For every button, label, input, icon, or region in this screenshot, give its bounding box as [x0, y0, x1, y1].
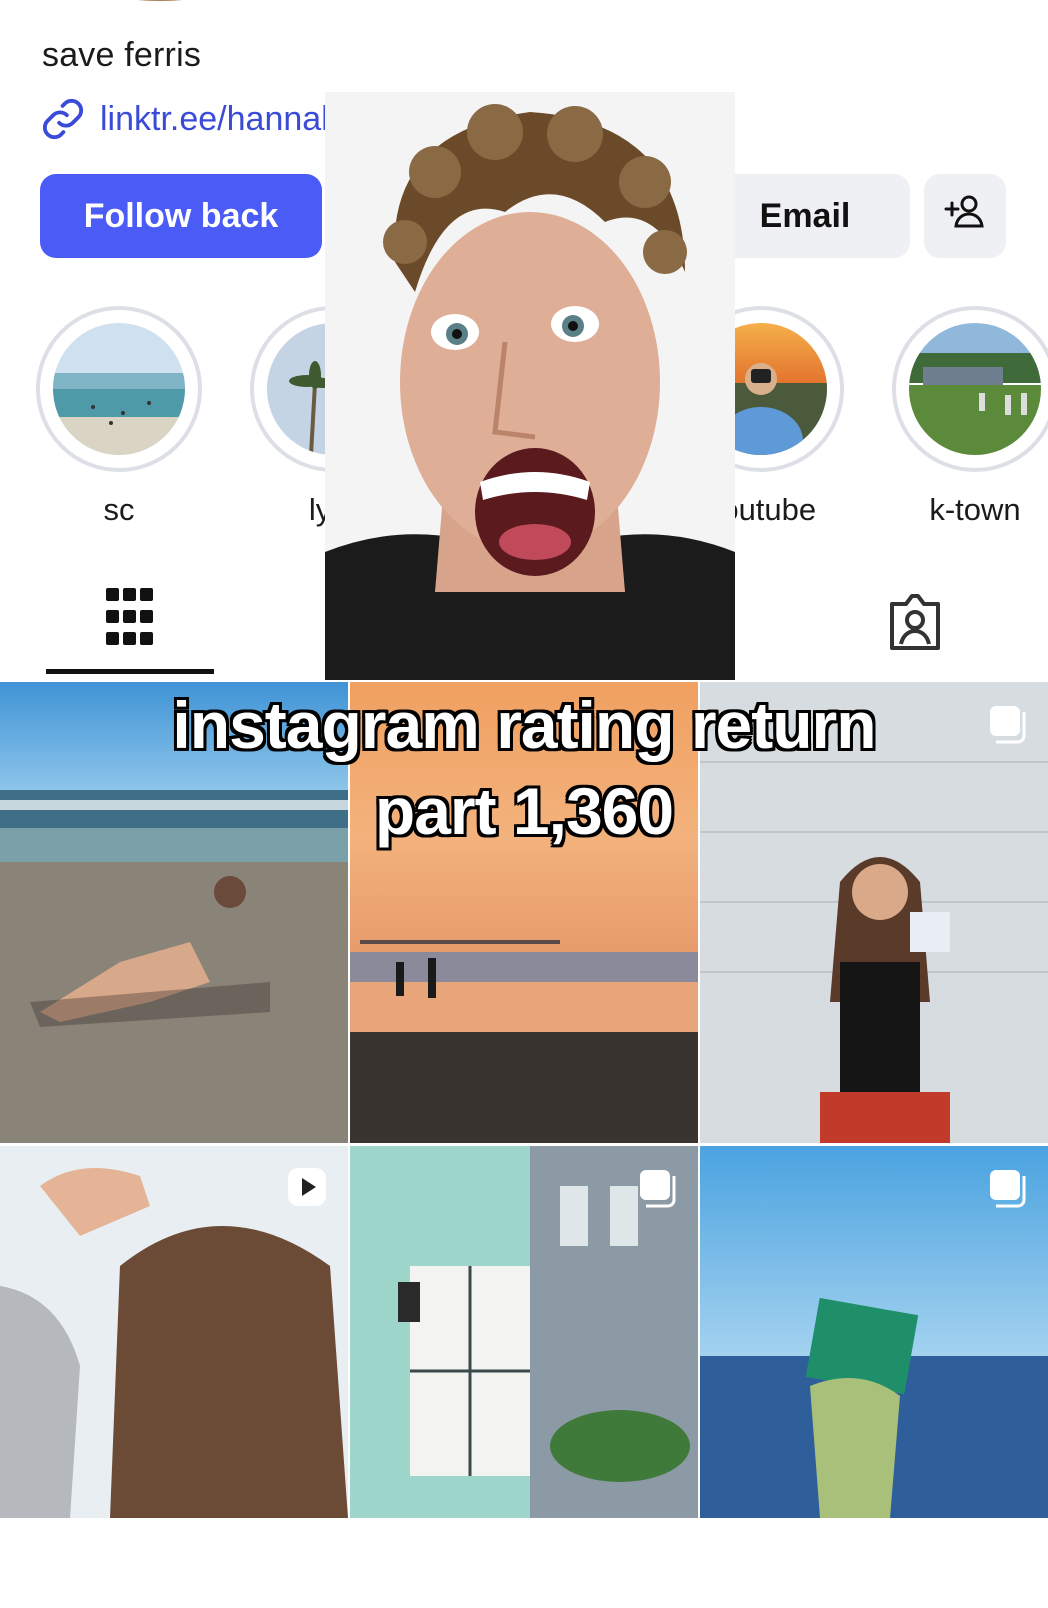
tab-grid[interactable]: [46, 586, 214, 676]
highlight-label: sc: [103, 492, 135, 527]
caption-line-1: instagram rating return: [172, 688, 876, 762]
caption-line-2: part 1,360: [374, 774, 674, 848]
active-tab-indicator: [46, 669, 214, 674]
add-user-button[interactable]: [924, 174, 1006, 258]
grid-icon: [106, 588, 154, 653]
post-thumbnail[interactable]: [0, 1146, 348, 1608]
grid-divider: [0, 1143, 1048, 1146]
reel-icon: [286, 1166, 330, 1215]
tagged-icon: [884, 594, 946, 656]
link-icon: [40, 96, 86, 142]
carousel-icon: [986, 1166, 1030, 1213]
follow-back-button[interactable]: Follow back: [40, 174, 322, 258]
highlight-cover-k-town: [909, 323, 1041, 455]
post-thumbnail[interactable]: [700, 1146, 1048, 1608]
video-caption: instagram rating return part 1,360: [0, 682, 1048, 854]
carousel-icon: [636, 1166, 680, 1213]
profile-bio: save ferris: [42, 36, 202, 74]
post-thumbnail[interactable]: [350, 1146, 698, 1608]
tab-tagged[interactable]: [884, 592, 946, 657]
highlight-cover-sc: [53, 323, 185, 455]
highlight-ring: [892, 306, 1048, 472]
creator-video-overlay: [325, 92, 735, 680]
highlight-k-town[interactable]: k-town: [892, 306, 1048, 528]
highlight-sc[interactable]: sc: [36, 306, 202, 528]
highlight-label: k-town: [929, 492, 1021, 527]
highlight-ring: [36, 306, 202, 472]
add-user-icon: [943, 192, 987, 241]
profile-avatar[interactable]: [80, 0, 240, 4]
